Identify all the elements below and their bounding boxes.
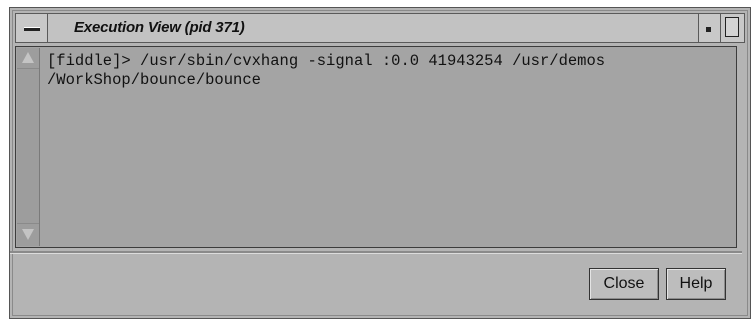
console-line: /WorkShop/bounce/bounce xyxy=(47,71,261,89)
console-line: [fiddle]> /usr/sbin/cvxhang -signal :0.0… xyxy=(47,52,606,70)
scroll-up-arrow-icon[interactable] xyxy=(22,52,34,63)
console-text: [fiddle]> /usr/sbin/cvxhang -signal :0.0… xyxy=(47,52,732,90)
window-title: Execution View (pid 371) xyxy=(74,19,245,36)
maximize-icon[interactable] xyxy=(720,14,744,42)
console-output-area[interactable]: [fiddle]> /usr/sbin/cvxhang -signal :0.0… xyxy=(15,46,737,248)
vertical-scrollbar[interactable] xyxy=(17,48,40,246)
panel-divider xyxy=(10,251,742,254)
help-button[interactable]: Help xyxy=(666,268,726,300)
scroll-down-arrow-icon[interactable] xyxy=(22,229,34,240)
close-button[interactable]: Close xyxy=(589,268,659,300)
title-bar[interactable]: Execution View (pid 371) xyxy=(15,13,745,43)
minimize-icon[interactable] xyxy=(698,14,720,42)
window-menu-icon[interactable] xyxy=(16,14,48,42)
